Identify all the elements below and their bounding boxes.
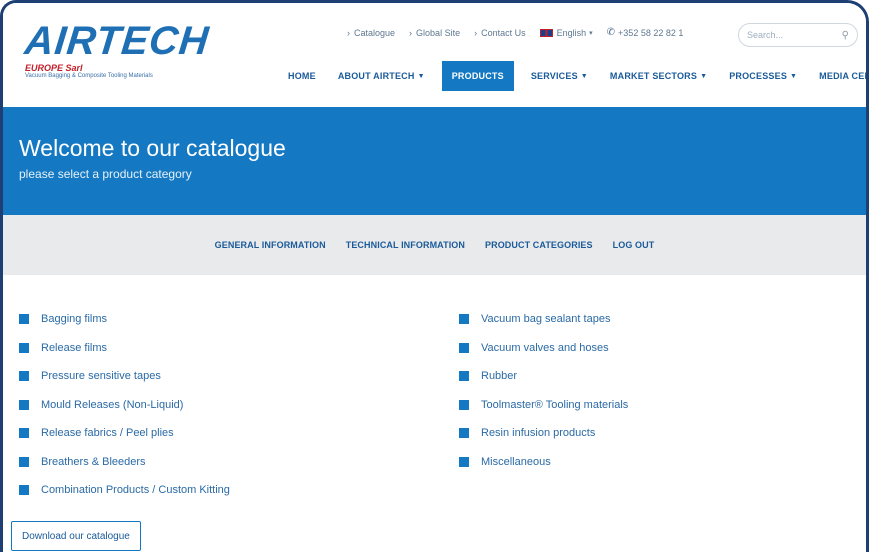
- nav-media-center[interactable]: MEDIA CENTER ▼: [819, 61, 866, 91]
- category-label: Bagging films: [41, 313, 108, 326]
- chevron-right-icon: ›: [347, 27, 350, 38]
- nav-market-label: MARKET SECTORS: [609, 71, 698, 81]
- square-bullet-icon: [459, 399, 469, 410]
- nav-services-label: SERVICES: [530, 71, 578, 81]
- category-bagging-films[interactable]: Bagging films: [19, 305, 230, 334]
- square-bullet-icon: [459, 371, 469, 382]
- category-toolmaster-tooling[interactable]: Toolmaster® Tooling materials: [459, 391, 628, 420]
- toplink-contact-us[interactable]: › Contact Us: [474, 28, 526, 38]
- caret-down-icon: ▼: [790, 72, 798, 80]
- language-label: English: [556, 27, 587, 38]
- caret-down-icon: ▼: [580, 72, 588, 80]
- download-catalogue-button[interactable]: Download our catalogue: [11, 521, 141, 551]
- category-label: Breathers & Bleeders: [41, 455, 146, 468]
- category-rubber[interactable]: Rubber: [459, 362, 628, 391]
- category-release-films[interactable]: Release films: [19, 334, 230, 363]
- category-breathers-bleeders[interactable]: Breathers & Bleeders: [19, 448, 230, 477]
- subnav-general-information[interactable]: GENERAL INFORMATION: [215, 240, 326, 250]
- category-combination-products[interactable]: Combination Products / Custom Kitting: [19, 476, 230, 505]
- square-bullet-icon: [19, 485, 29, 496]
- category-label: Vacuum bag sealant tapes: [481, 313, 611, 326]
- phone-label: +352 58 22 82 1: [618, 27, 684, 38]
- square-bullet-icon: [459, 456, 469, 467]
- phone-number[interactable]: ✆ +352 58 22 82 1: [607, 27, 684, 38]
- site-header: AIRTECH EUROPE Sarl Vacuum Bagging & Com…: [3, 3, 866, 107]
- hero-banner: Welcome to our catalogue please select a…: [3, 107, 866, 215]
- caret-down-icon: ▼: [700, 72, 708, 80]
- toplink-global-site-label: Global Site: [416, 27, 461, 38]
- nav-home[interactable]: HOME: [288, 61, 316, 91]
- square-bullet-icon: [459, 342, 469, 353]
- chevron-right-icon: ›: [474, 27, 478, 38]
- page-title: Welcome to our catalogue: [19, 135, 286, 161]
- category-label: Pressure sensitive tapes: [41, 370, 161, 383]
- category-resin-infusion[interactable]: Resin infusion products: [459, 419, 628, 448]
- chevron-right-icon: ›: [409, 27, 413, 38]
- nav-processes[interactable]: PROCESSES ▼: [729, 61, 797, 91]
- search-box: ⚲: [738, 23, 858, 47]
- category-label: Toolmaster® Tooling materials: [481, 398, 629, 411]
- category-label: Combination Products / Custom Kitting: [41, 484, 230, 497]
- browser-frame: AIRTECH EUROPE Sarl Vacuum Bagging & Com…: [0, 0, 869, 552]
- category-column-left: Bagging films Release films Pressure sen…: [19, 305, 230, 505]
- nav-processes-label: PROCESSES: [729, 71, 788, 81]
- subnav-product-categories[interactable]: PRODUCT CATEGORIES: [485, 240, 593, 250]
- airtech-logo[interactable]: AIRTECH EUROPE Sarl Vacuum Bagging & Com…: [22, 19, 212, 79]
- nav-about-label: ABOUT AIRTECH: [337, 71, 415, 81]
- category-pressure-sensitive-tapes[interactable]: Pressure sensitive tapes: [19, 362, 230, 391]
- square-bullet-icon: [19, 371, 29, 382]
- language-selector[interactable]: English ▾: [539, 27, 593, 38]
- category-label: Release films: [41, 341, 108, 354]
- nav-products[interactable]: PRODUCTS: [441, 61, 514, 91]
- caret-down-icon: ▼: [417, 72, 425, 80]
- category-vacuum-valves-hoses[interactable]: Vacuum valves and hoses: [459, 334, 628, 363]
- subnav-technical-information[interactable]: TECHNICAL INFORMATION: [346, 240, 465, 250]
- toplink-global-site[interactable]: › Global Site: [409, 28, 460, 38]
- nav-about-airtech[interactable]: ABOUT AIRTECH ▼: [338, 61, 425, 91]
- page-subtitle: please select a product category: [19, 167, 192, 181]
- square-bullet-icon: [19, 342, 29, 353]
- search-icon[interactable]: ⚲: [842, 30, 849, 41]
- category-label: Miscellaneous: [481, 455, 551, 468]
- toplink-catalogue[interactable]: › Catalogue: [347, 28, 395, 38]
- logo-subtitle: EUROPE Sarl: [25, 63, 83, 73]
- square-bullet-icon: [19, 456, 29, 467]
- top-links: › Catalogue › Global Site › Contact Us E…: [347, 27, 697, 38]
- category-release-fabrics[interactable]: Release fabrics / Peel plies: [19, 419, 230, 448]
- category-label: Vacuum valves and hoses: [481, 341, 609, 354]
- nav-market-sectors[interactable]: MARKET SECTORS ▼: [610, 61, 707, 91]
- square-bullet-icon: [19, 428, 29, 439]
- search-input[interactable]: [747, 30, 837, 40]
- chevron-down-icon: ▾: [589, 29, 593, 37]
- category-label: Mould Releases (Non-Liquid): [41, 398, 184, 411]
- category-label: Resin infusion products: [481, 427, 596, 440]
- main-nav: HOME ABOUT AIRTECH ▼ PRODUCTS SERVICES ▼…: [277, 61, 866, 91]
- catalogue-subnav: GENERAL INFORMATION TECHNICAL INFORMATIO…: [3, 215, 866, 275]
- category-column-right: Vacuum bag sealant tapes Vacuum valves a…: [459, 305, 628, 476]
- logo-tagline: Vacuum Bagging & Composite Tooling Mater…: [25, 73, 153, 79]
- phone-icon: ✆: [606, 27, 616, 38]
- toplink-contact-label: Contact Us: [481, 27, 526, 38]
- toplink-catalogue-label: Catalogue: [354, 27, 396, 38]
- category-vacuum-bag-sealant-tapes[interactable]: Vacuum bag sealant tapes: [459, 305, 628, 334]
- square-bullet-icon: [19, 314, 29, 325]
- square-bullet-icon: [459, 428, 469, 439]
- square-bullet-icon: [459, 314, 469, 325]
- category-miscellaneous[interactable]: Miscellaneous: [459, 448, 628, 477]
- subnav-log-out[interactable]: LOG OUT: [613, 240, 655, 250]
- nav-services[interactable]: SERVICES ▼: [531, 61, 588, 91]
- square-bullet-icon: [19, 399, 29, 410]
- logo-wordmark: AIRTECH: [22, 19, 212, 63]
- category-mould-releases[interactable]: Mould Releases (Non-Liquid): [19, 391, 230, 420]
- uk-flag-icon: [539, 28, 553, 37]
- category-label: Release fabrics / Peel plies: [41, 427, 174, 440]
- nav-media-label: MEDIA CENTER: [819, 71, 866, 81]
- category-label: Rubber: [481, 370, 518, 383]
